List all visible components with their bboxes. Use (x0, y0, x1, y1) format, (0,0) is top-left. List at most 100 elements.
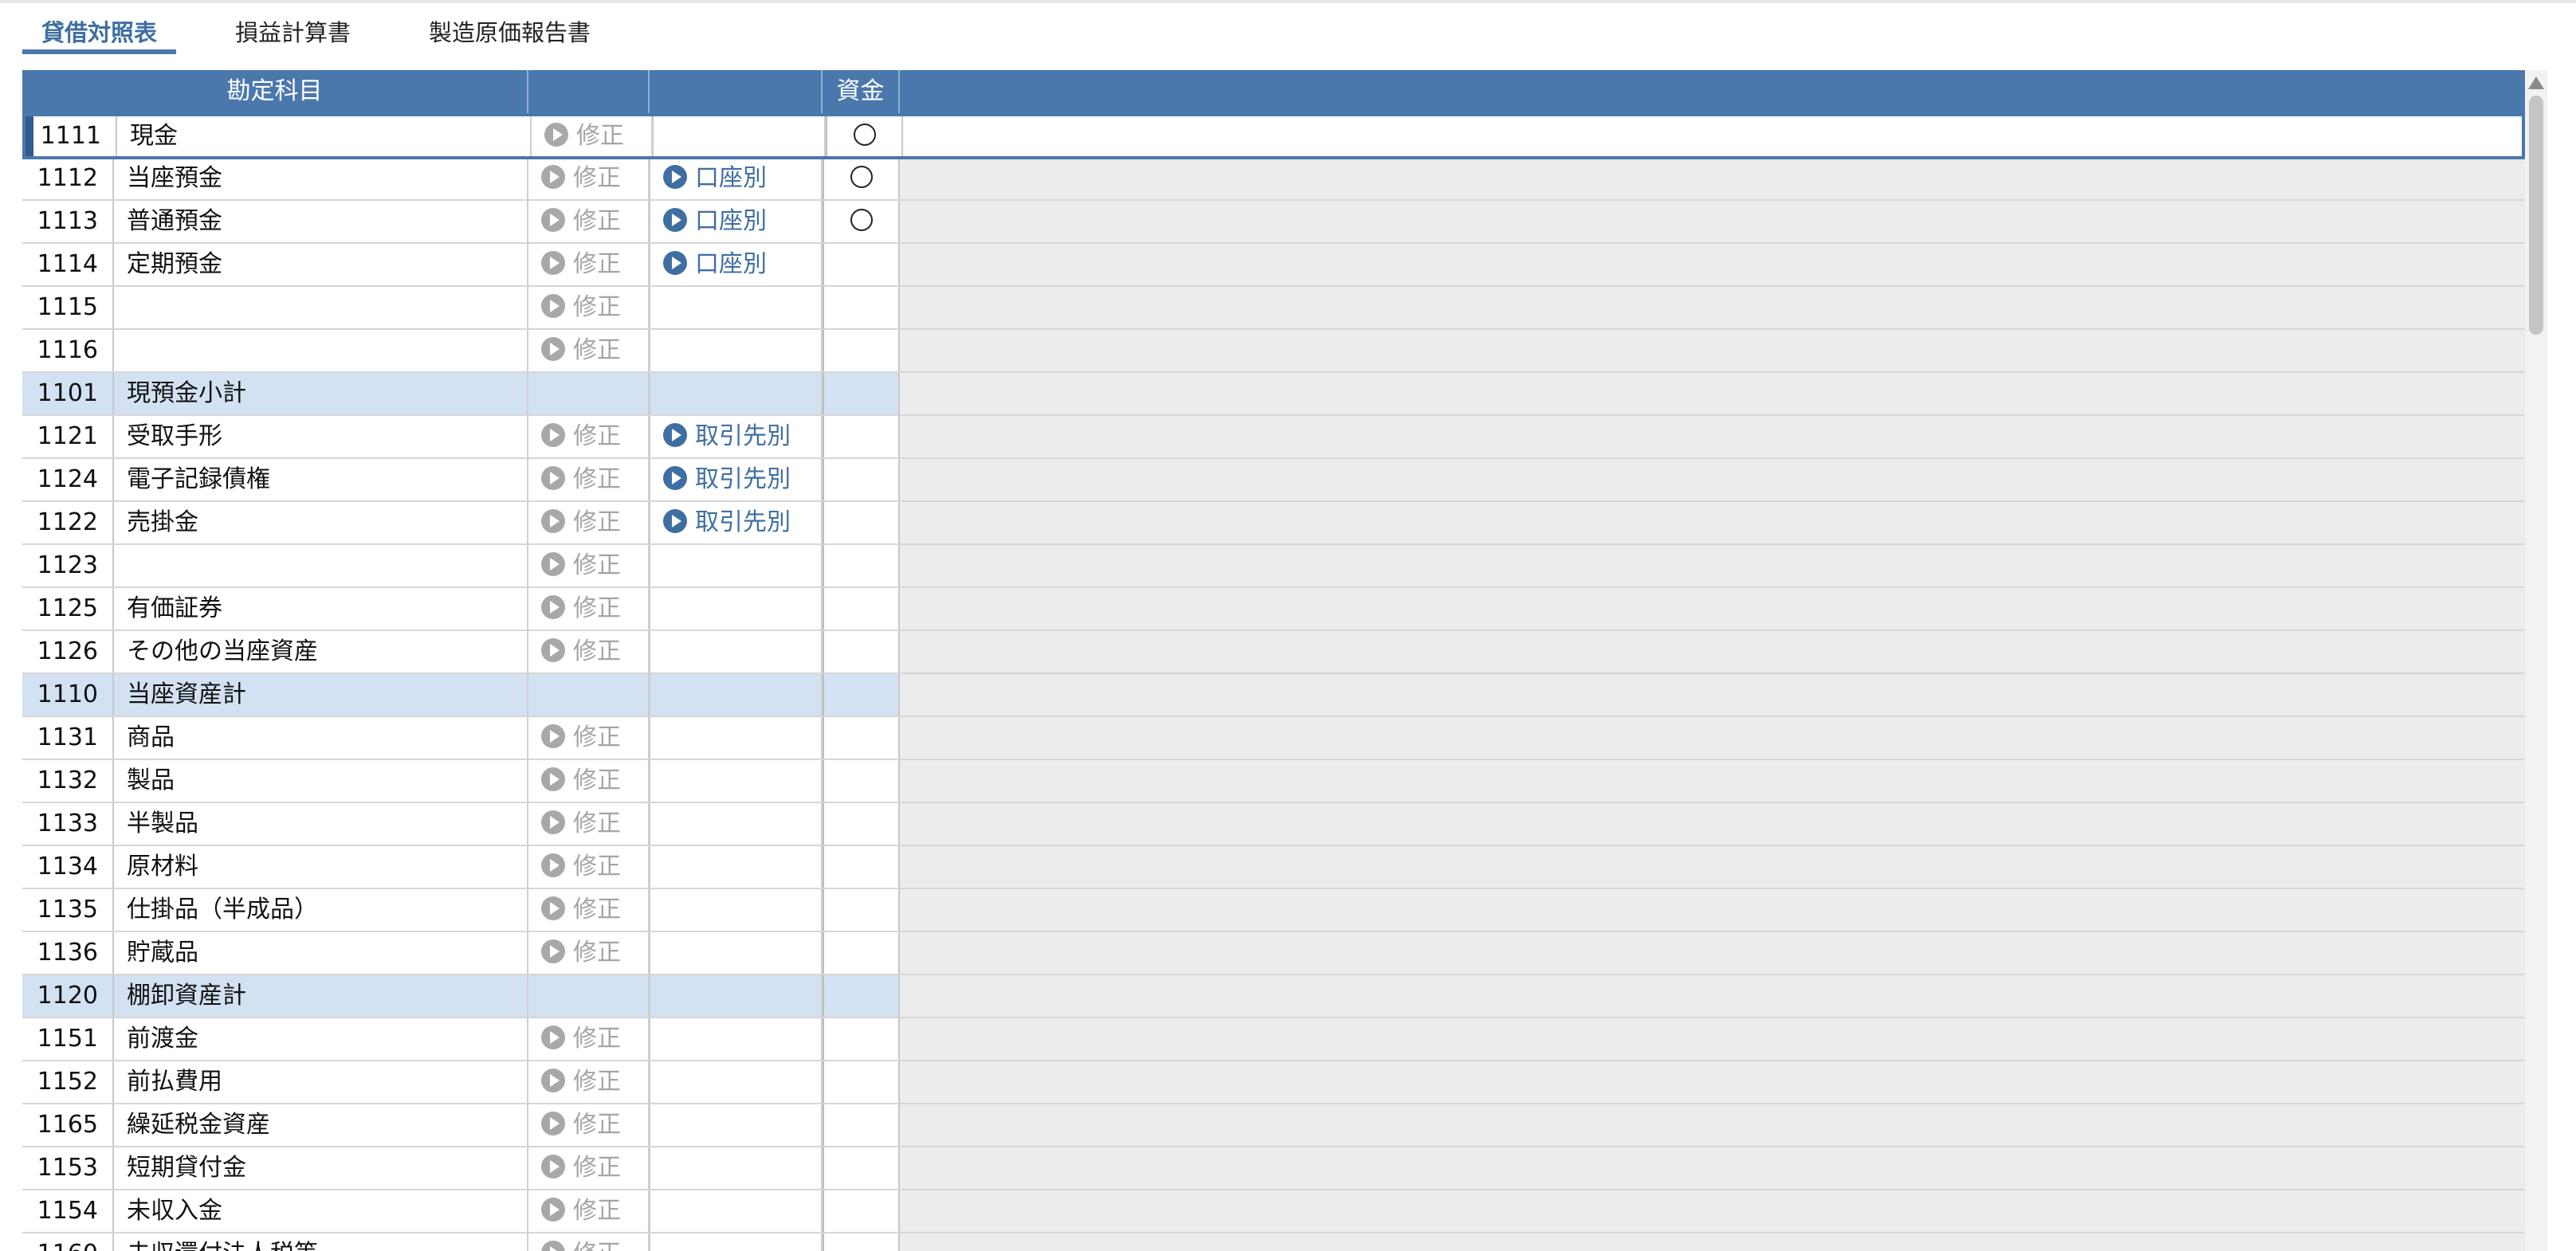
account-name[interactable]: その他の当座資産 (114, 631, 528, 673)
cash-flag-cell[interactable] (823, 201, 900, 242)
cash-flag-cell[interactable] (823, 1104, 900, 1146)
account-name[interactable]: 有価証券 (114, 588, 528, 629)
cash-flag-cell[interactable] (823, 889, 900, 931)
account-name[interactable] (114, 330, 528, 371)
fix-button[interactable]: 修正 (541, 207, 621, 235)
tab-manufacturing-cost-report[interactable]: 製造原価報告書 (410, 16, 610, 54)
fix-button[interactable]: 修正 (541, 810, 621, 837)
account-name[interactable]: 当座預金 (114, 158, 528, 199)
account-name[interactable]: 定期預金 (114, 244, 528, 285)
fix-button[interactable]: 修正 (541, 508, 621, 536)
table-row[interactable]: 1126 その他の当座資産 修正 (22, 631, 2525, 674)
account-name[interactable]: 短期貸付金 (114, 1147, 528, 1189)
table-row[interactable]: 1134 原材料 修正 (22, 846, 2525, 889)
cash-flag-cell[interactable] (823, 459, 900, 500)
cash-flag-cell[interactable] (823, 846, 900, 888)
fix-button[interactable]: 修正 (541, 1111, 621, 1139)
account-name[interactable]: 原材料 (114, 846, 528, 888)
cash-flag-cell[interactable] (823, 1147, 900, 1189)
cash-flag-cell[interactable] (823, 373, 900, 414)
cash-flag-cell[interactable] (823, 975, 900, 1017)
account-name[interactable]: 前渡金 (114, 1018, 528, 1060)
table-row[interactable]: 1153 短期貸付金 修正 (22, 1147, 2525, 1190)
fix-button[interactable]: 修正 (541, 250, 621, 278)
table-row[interactable]: 1152 前払費用 修正 (22, 1061, 2525, 1104)
table-row[interactable]: 1154 未収入金 修正 (22, 1190, 2525, 1233)
account-name[interactable] (114, 545, 528, 586)
fix-button[interactable]: 修正 (541, 1197, 621, 1225)
account-name[interactable]: 普通預金 (114, 201, 528, 242)
fix-button[interactable]: 修正 (541, 293, 621, 321)
cash-flag-cell[interactable] (823, 631, 900, 673)
account-name[interactable]: 前払費用 (114, 1061, 528, 1103)
account-name[interactable]: 受取手形 (114, 416, 528, 457)
table-row[interactable]: 1124 電子記録債権 修正 取引先別 (22, 459, 2525, 502)
cash-flag-cell[interactable] (823, 416, 900, 457)
cash-flag-cell[interactable] (823, 674, 900, 716)
account-name[interactable]: 電子記録債権 (114, 459, 528, 500)
detail-link-button[interactable]: 口座別 (663, 164, 767, 192)
table-row[interactable]: 1113 普通預金 修正 口座別 (22, 201, 2525, 244)
account-name[interactable]: 現金 (117, 116, 532, 156)
vertical-scrollbar[interactable] (2525, 70, 2547, 1251)
account-name[interactable]: 仕掛品（半成品） (114, 889, 528, 931)
account-name[interactable]: 未収還付法人税等 (114, 1233, 528, 1251)
table-row[interactable]: 1165 繰延税金資産 修正 (22, 1104, 2525, 1147)
table-row[interactable]: 1115 修正 (22, 287, 2525, 330)
table-row[interactable]: 1125 有価証券 修正 (22, 588, 2525, 631)
cash-flag-cell[interactable] (823, 760, 900, 802)
subtotal-row[interactable]: 1101 現預金小計 (22, 373, 2525, 416)
table-row[interactable]: 1123 修正 (22, 545, 2525, 588)
fix-button[interactable]: 修正 (541, 853, 621, 880)
account-name[interactable]: 製品 (114, 760, 528, 802)
account-name[interactable] (114, 287, 528, 328)
cash-flag-cell[interactable] (823, 1233, 900, 1251)
fix-button[interactable]: 修正 (541, 594, 621, 622)
fix-button[interactable]: 修正 (541, 336, 621, 364)
subtotal-row[interactable]: 1120 棚卸資産計 (22, 975, 2525, 1018)
table-row[interactable]: 1116 修正 (22, 330, 2525, 373)
cash-flag-cell[interactable] (823, 502, 900, 543)
scroll-up-arrow-icon[interactable] (2528, 76, 2544, 89)
table-row[interactable]: 1136 貯蔵品 修正 (22, 932, 2525, 975)
account-name[interactable]: 売掛金 (114, 502, 528, 543)
cash-flag-cell[interactable] (823, 1190, 900, 1232)
cash-flag-cell[interactable] (823, 287, 900, 328)
account-name[interactable]: 商品 (114, 717, 528, 759)
account-name[interactable]: 現預金小計 (114, 373, 528, 414)
table-row[interactable]: 1132 製品 修正 (22, 760, 2525, 803)
fix-button[interactable]: 修正 (541, 939, 621, 967)
detail-link-button[interactable]: 口座別 (663, 250, 767, 278)
fix-button[interactable]: 修正 (541, 896, 621, 924)
detail-link-button[interactable]: 口座別 (663, 207, 767, 235)
fix-button[interactable]: 修正 (541, 164, 621, 192)
subtotal-row[interactable]: 1110 当座資産計 (22, 674, 2525, 717)
cash-flag-cell[interactable] (823, 932, 900, 974)
header-cash-column[interactable]: 資金 (823, 70, 900, 113)
account-name[interactable]: 未収入金 (114, 1190, 528, 1232)
account-name[interactable]: 半製品 (114, 803, 528, 845)
cash-flag-cell[interactable] (823, 158, 900, 199)
table-row[interactable]: 1151 前渡金 修正 (22, 1018, 2525, 1061)
cash-flag-cell[interactable] (823, 588, 900, 629)
account-name[interactable]: 棚卸資産計 (114, 975, 528, 1017)
cash-flag-cell[interactable] (823, 1061, 900, 1103)
account-name[interactable]: 繰延税金資産 (114, 1104, 528, 1146)
cash-flag-cell[interactable] (823, 330, 900, 371)
fix-button[interactable]: 修正 (541, 422, 621, 450)
fix-button[interactable]: 修正 (541, 1240, 621, 1251)
table-row[interactable]: 1135 仕掛品（半成品） 修正 (22, 889, 2525, 932)
cash-flag-cell[interactable] (823, 1018, 900, 1060)
detail-link-button[interactable]: 取引先別 (663, 422, 791, 450)
fix-button[interactable]: 修正 (541, 1068, 621, 1096)
header-account-title[interactable]: 勘定科目 (22, 70, 528, 113)
fix-button[interactable]: 修正 (541, 1025, 621, 1053)
cash-flag-cell[interactable] (823, 244, 900, 285)
table-row[interactable]: 1112 当座預金 修正 口座別 (22, 158, 2525, 201)
table-row[interactable]: 1121 受取手形 修正 取引先別 (22, 416, 2525, 459)
detail-link-button[interactable]: 取引先別 (663, 508, 791, 536)
table-row[interactable]: 1114 定期預金 修正 口座別 (22, 244, 2525, 287)
fix-button[interactable]: 修正 (541, 767, 621, 794)
cash-flag-cell[interactable] (823, 545, 900, 586)
fix-button[interactable]: 修正 (541, 551, 621, 579)
